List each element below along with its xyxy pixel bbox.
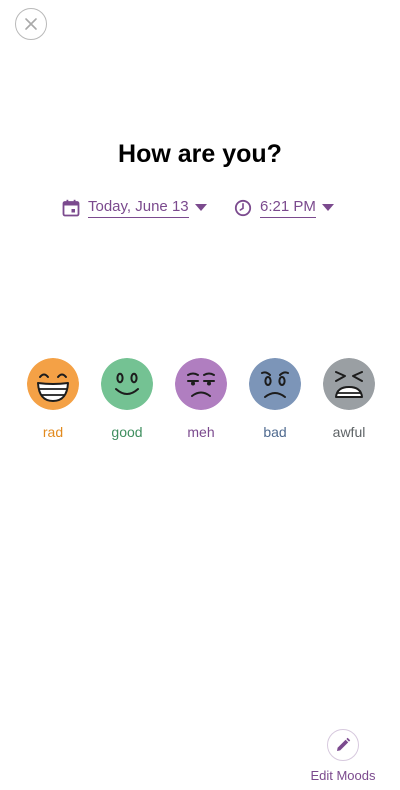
mood-selector: rad good meh bad awful — [25, 358, 377, 440]
time-picker[interactable]: 6:21 PM — [234, 198, 334, 218]
pencil-icon — [337, 737, 351, 751]
worried-face-icon — [249, 358, 301, 410]
mood-good[interactable]: good — [99, 358, 155, 440]
edit-moods-label: Edit Moods — [310, 768, 376, 783]
page-title: How are you? — [118, 140, 282, 168]
date-picker[interactable]: Today, June 13 — [62, 198, 207, 218]
smiling-face-icon — [101, 358, 153, 410]
mood-face-background — [101, 358, 153, 410]
edit-moods-button[interactable]: Edit Moods — [308, 729, 378, 783]
time-label: 6:21 PM — [260, 198, 316, 218]
mood-face-background — [323, 358, 375, 410]
mood-label-good: good — [111, 424, 143, 440]
tired-face-icon — [323, 358, 375, 410]
mood-label-rad: rad — [42, 424, 64, 440]
mood-bad[interactable]: bad — [247, 358, 303, 440]
calendar-icon — [62, 199, 80, 217]
mood-meh[interactable]: meh — [173, 358, 229, 440]
chevron-down-icon — [194, 204, 207, 211]
mood-face-background — [249, 358, 301, 410]
mood-face-background — [175, 358, 227, 410]
chevron-down-icon — [321, 204, 334, 211]
mood-label-bad: bad — [263, 424, 287, 440]
clock-icon — [234, 199, 252, 217]
laughing-face-icon — [27, 358, 79, 410]
mood-awful[interactable]: awful — [321, 358, 377, 440]
mood-label-meh: meh — [187, 424, 215, 440]
mood-label-awful: awful — [332, 424, 366, 440]
unamused-face-icon — [175, 358, 227, 410]
close-icon — [25, 18, 37, 30]
close-button[interactable] — [15, 8, 47, 40]
date-label: Today, June 13 — [88, 198, 189, 218]
mood-rad[interactable]: rad — [25, 358, 81, 440]
edit-moods-circle — [327, 729, 359, 761]
